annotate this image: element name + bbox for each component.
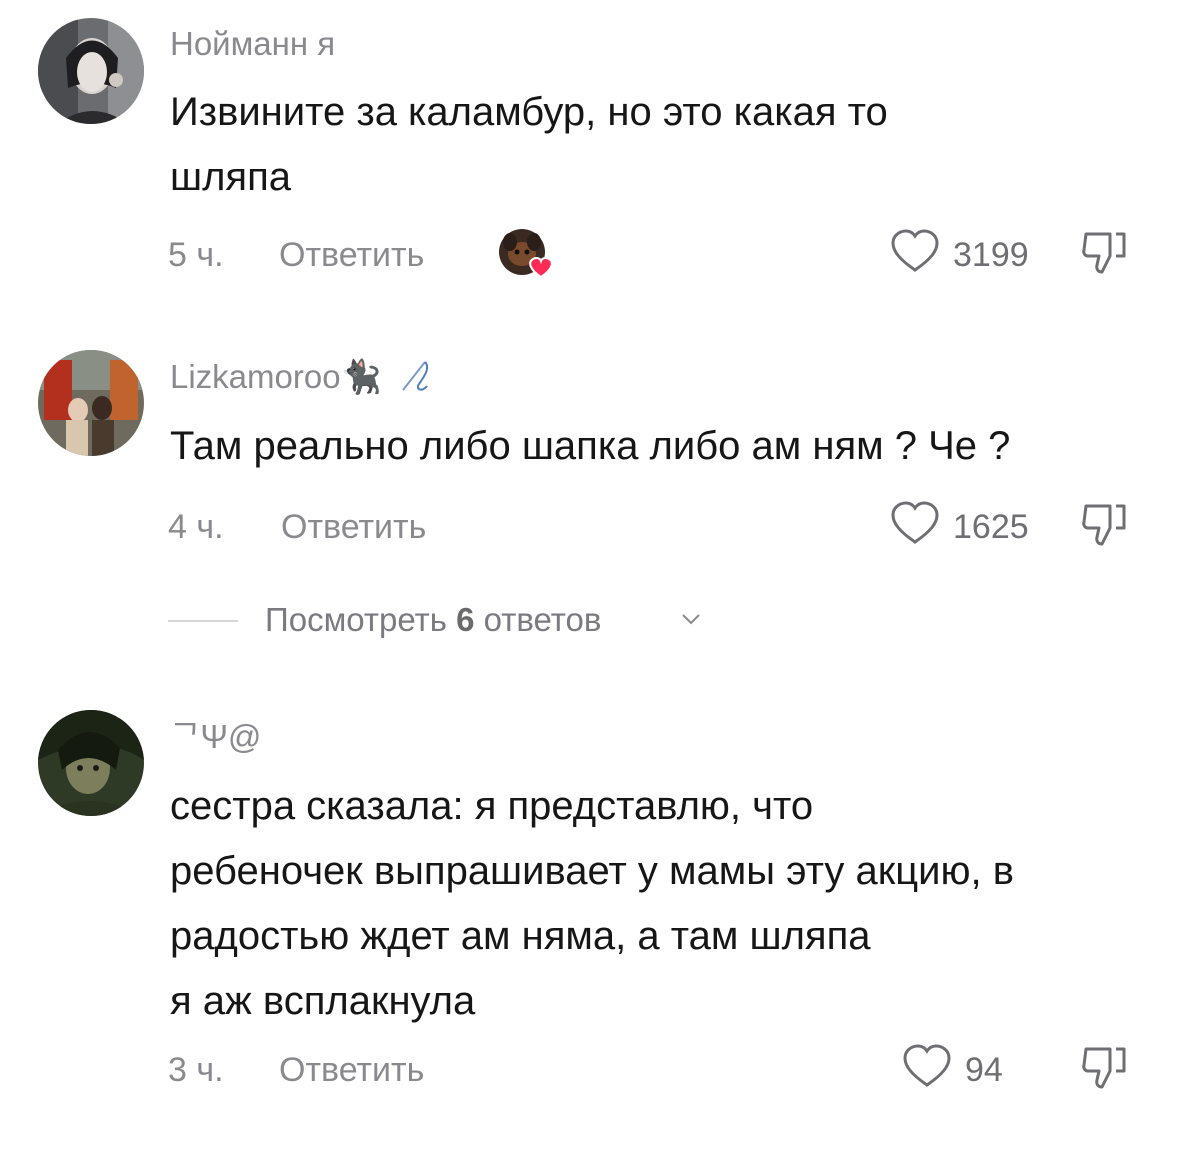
avatar[interactable] <box>38 350 144 456</box>
comment-time: 4 ч. <box>168 508 224 546</box>
view-replies-suffix: ответов <box>474 601 602 638</box>
comment-time: 5 ч. <box>168 236 224 274</box>
thumbs-down-icon[interactable] <box>1080 500 1132 550</box>
chevron-down-icon <box>682 614 700 625</box>
comment-username[interactable]: Нойманн я <box>170 27 335 60</box>
view-replies-prefix: Посмотреть <box>265 601 457 638</box>
comment-text: сестра сказала: я представлю, что ребено… <box>170 774 1145 1034</box>
comment-text-line: я аж всплакнула <box>170 979 476 1023</box>
needle-thread-icon <box>402 361 428 391</box>
comment-text-line: радостью ждет ам няма, а там шляпа <box>170 914 871 958</box>
reply-button[interactable]: Ответить <box>279 236 424 275</box>
comment-text-line: Извините за каламбур, но это какая то <box>170 90 888 134</box>
like-count: 94 <box>965 1051 1003 1089</box>
avatar[interactable] <box>38 710 144 816</box>
comment-meta: 5 ч. Ответить 3199 <box>168 228 1143 280</box>
view-replies-label: Посмотреть 6 ответов <box>265 601 601 639</box>
like-count: 1625 <box>953 508 1029 546</box>
heart-outline-icon <box>891 229 939 272</box>
view-replies-count: 6 <box>456 601 475 638</box>
heart-outline-icon <box>891 501 939 544</box>
thumbs-down-icon[interactable] <box>1080 228 1132 278</box>
comment-text-line: сестра сказала: я представлю, что <box>170 784 814 828</box>
comment-meta: 4 ч. Ответить 1625 <box>168 500 1143 550</box>
like-count: 3199 <box>953 236 1029 274</box>
comment-time: 3 ч. <box>168 1051 224 1089</box>
comment-text: Извините за каламбур, но это какая то шл… <box>170 80 1145 210</box>
creator-liked-heart-icon <box>529 256 553 279</box>
view-replies-button[interactable]: Посмотреть 6 ответов <box>168 600 768 640</box>
comment-username[interactable]: Lizkamoroo🐈‍⬛ <box>170 358 431 394</box>
reply-button[interactable]: Ответить <box>279 1051 424 1090</box>
creator-liked-badge <box>498 228 554 280</box>
comment-username[interactable]: ᄀΨ@ <box>170 720 261 753</box>
comment-meta: 3 ч. Ответить 94 <box>168 1043 1143 1093</box>
heart-outline-icon <box>903 1044 951 1087</box>
avatar[interactable] <box>38 18 144 124</box>
comment-text-line: шляпа <box>170 155 291 199</box>
thumbs-down-icon[interactable] <box>1080 1043 1132 1093</box>
comment-username-text: Lizkamoroo🐈‍⬛ <box>170 358 382 395</box>
divider <box>168 620 238 622</box>
reply-button[interactable]: Ответить <box>281 508 426 547</box>
comment-text-line: Там реально либо шапка либо ам ням ? Че … <box>170 424 1011 468</box>
comment-text-line: ребеночек выпрашивает у мамы эту акцию, … <box>170 849 1015 893</box>
comment-text: Там реально либо шапка либо ам ням ? Че … <box>170 414 1145 479</box>
